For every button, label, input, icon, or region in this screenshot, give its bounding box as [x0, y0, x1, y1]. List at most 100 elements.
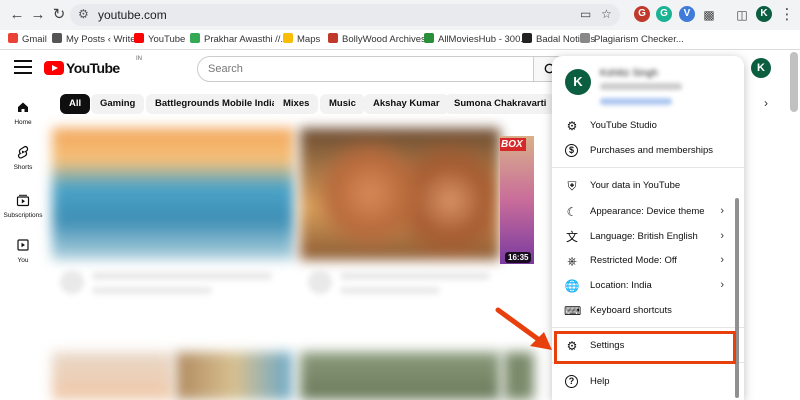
bookmark-label: YouTube [148, 34, 186, 45]
more-menu-icon[interactable]: ⋮ [778, 6, 796, 24]
video-duration: 16:35 [505, 252, 532, 263]
side-panel-icon[interactable]: ◫ [733, 6, 751, 24]
guide-item-label: You [17, 257, 29, 264]
menu-item-label: Appearance: Device theme [590, 206, 705, 217]
subscriptions-icon [16, 194, 30, 207]
youtube-logo-text: YouTube [66, 60, 120, 76]
menu-item-label: Location: India [590, 280, 652, 291]
menu-item-youtube-studio[interactable]: ⚙ YouTube Studio [552, 114, 744, 138]
menu-item-your-data-in-youtube[interactable]: ⛨ Your data in YouTube [552, 174, 744, 198]
globe-icon: 🌐 [564, 279, 580, 293]
hamburger-menu-icon[interactable] [14, 60, 32, 74]
channel-avatar[interactable] [60, 270, 84, 294]
back-icon[interactable]: ← [8, 6, 26, 24]
reload-icon[interactable]: ↻ [50, 6, 68, 24]
bookmark-favicon-icon [134, 33, 144, 43]
you-icon [17, 239, 29, 251]
filter-chip[interactable]: Akshay Kumar [364, 94, 449, 114]
thumbnail-overlay-text: BOX [500, 138, 526, 151]
bookmark-item[interactable]: Prakhar Awasthi //... [190, 33, 288, 47]
menu-item-label: Restricted Mode: Off [590, 255, 677, 266]
channel-avatar[interactable] [308, 270, 332, 294]
menu-user-name: Kshitiz Singh [600, 68, 658, 79]
video-thumbnail[interactable] [52, 352, 172, 400]
search-input[interactable]: Search [197, 56, 567, 82]
guide-item-home[interactable]: Home [0, 100, 46, 126]
bookmark-favicon-icon [8, 33, 18, 43]
video-thumbnail[interactable] [300, 352, 500, 400]
bookmark-item[interactable]: BollyWood Archives... [328, 33, 434, 47]
video-thumbnail[interactable] [300, 128, 500, 260]
bookmark-favicon-icon [190, 33, 200, 43]
video-thumbnail[interactable] [504, 352, 534, 400]
address-bar-url: youtube.com [98, 8, 167, 22]
chevron-right-icon: › [720, 279, 724, 291]
site-info-icon[interactable]: ⚙ [78, 7, 89, 21]
guide-item-subscriptions[interactable]: Subscriptions [0, 193, 46, 219]
chevron-right-icon[interactable]: › [764, 96, 768, 110]
filter-chip[interactable]: Sumona Chakravarti [445, 94, 556, 114]
filter-chip[interactable]: Gaming [91, 94, 145, 114]
menu-scrollbar[interactable] [735, 198, 739, 398]
bookmark-item[interactable]: My Posts ‹ Write [52, 33, 136, 47]
filter-chip[interactable]: Music [320, 94, 365, 114]
moon-icon: ☾ [566, 205, 578, 219]
vpn-shield-icon[interactable]: V [679, 6, 695, 22]
guide-item-shorts[interactable]: Shorts [0, 145, 46, 171]
bookmark-favicon-icon [522, 33, 532, 43]
menu-item-keyboard-shortcuts[interactable]: ⌨ Keyboard shortcuts [552, 299, 744, 323]
bookmark-label: Maps [297, 34, 321, 45]
bookmark-item[interactable]: Gmail [8, 33, 47, 47]
grammarly-icon[interactable]: G [656, 6, 672, 22]
browser-toolbar: ← → ↻ ⚙ youtube.com ▭ ☆ G G V ▩ ◫ K ⋮ [0, 0, 800, 30]
bookmark-favicon-icon [283, 33, 293, 43]
bookmark-favicon-icon [424, 33, 434, 43]
studio-icon: ⚙ [566, 119, 578, 133]
bookmark-label: Gmail [22, 34, 47, 45]
menu-item-label: Language: British English [590, 231, 698, 242]
menu-item-purchases-and-memberships[interactable]: $ Purchases and memberships [552, 139, 744, 163]
filter-chip[interactable]: Mixes [274, 94, 319, 114]
menu-item-appearance-device-theme[interactable]: ☾ Appearance: Device theme › [552, 200, 744, 224]
forward-icon[interactable]: → [29, 6, 47, 24]
guide-item-label: Home [14, 119, 32, 126]
install-app-icon[interactable]: ▭ [580, 7, 591, 21]
shorts-icon [17, 145, 29, 159]
chevron-right-icon: › [720, 205, 724, 217]
extension-icon[interactable]: G [634, 6, 650, 22]
guide-item-you[interactable]: You [0, 238, 46, 264]
bookmark-item[interactable]: Plagiarism Checker... [580, 33, 684, 47]
menu-item-location-india[interactable]: 🌐 Location: India › [552, 274, 744, 298]
bookmark-item[interactable]: Maps [283, 33, 320, 47]
video-thumbnail[interactable] [176, 352, 292, 400]
video-title[interactable] [92, 272, 272, 280]
account-avatar[interactable]: K [751, 58, 771, 78]
menu-item-language-british-english[interactable]: 文 Language: British English › [552, 225, 744, 249]
menu-item-restricted-mode-off[interactable]: ⎈ Restricted Mode: Off › [552, 249, 744, 273]
extensions-puzzle-icon[interactable]: ▩ [700, 6, 718, 24]
bookmark-label: BollyWood Archives... [342, 34, 434, 45]
menu-divider [552, 167, 744, 168]
annotation-arrow [495, 307, 552, 350]
menu-divider [552, 327, 744, 328]
page-scrollbar[interactable] [790, 52, 798, 112]
chevron-right-icon: › [720, 230, 724, 242]
video-title[interactable] [340, 272, 490, 280]
bookmark-star-icon[interactable]: ☆ [601, 7, 612, 21]
bookmark-item[interactable]: AllMoviesHub - 300... [424, 33, 528, 47]
bookmark-favicon-icon [580, 33, 590, 43]
restricted-icon: ⎈ [567, 254, 577, 268]
menu-item-label: Keyboard shortcuts [590, 305, 672, 316]
address-bar[interactable]: ⚙ youtube.com ▭ ☆ [70, 4, 620, 26]
video-thumbnail[interactable] [52, 128, 294, 260]
bookmark-favicon-icon [52, 33, 62, 43]
filter-chip[interactable]: All [60, 94, 91, 114]
bookmark-item[interactable]: YouTube [134, 33, 185, 47]
video-thumbnail[interactable]: BOX [500, 136, 534, 264]
browser-profile-avatar[interactable]: K [756, 6, 772, 22]
menu-item-help[interactable]: ? Help [552, 370, 744, 394]
menu-item-label: Help [590, 376, 610, 387]
view-channel-link[interactable] [600, 98, 672, 105]
filter-chip[interactable]: Battlegrounds Mobile India [146, 94, 286, 114]
dollar-icon: $ [565, 144, 578, 157]
